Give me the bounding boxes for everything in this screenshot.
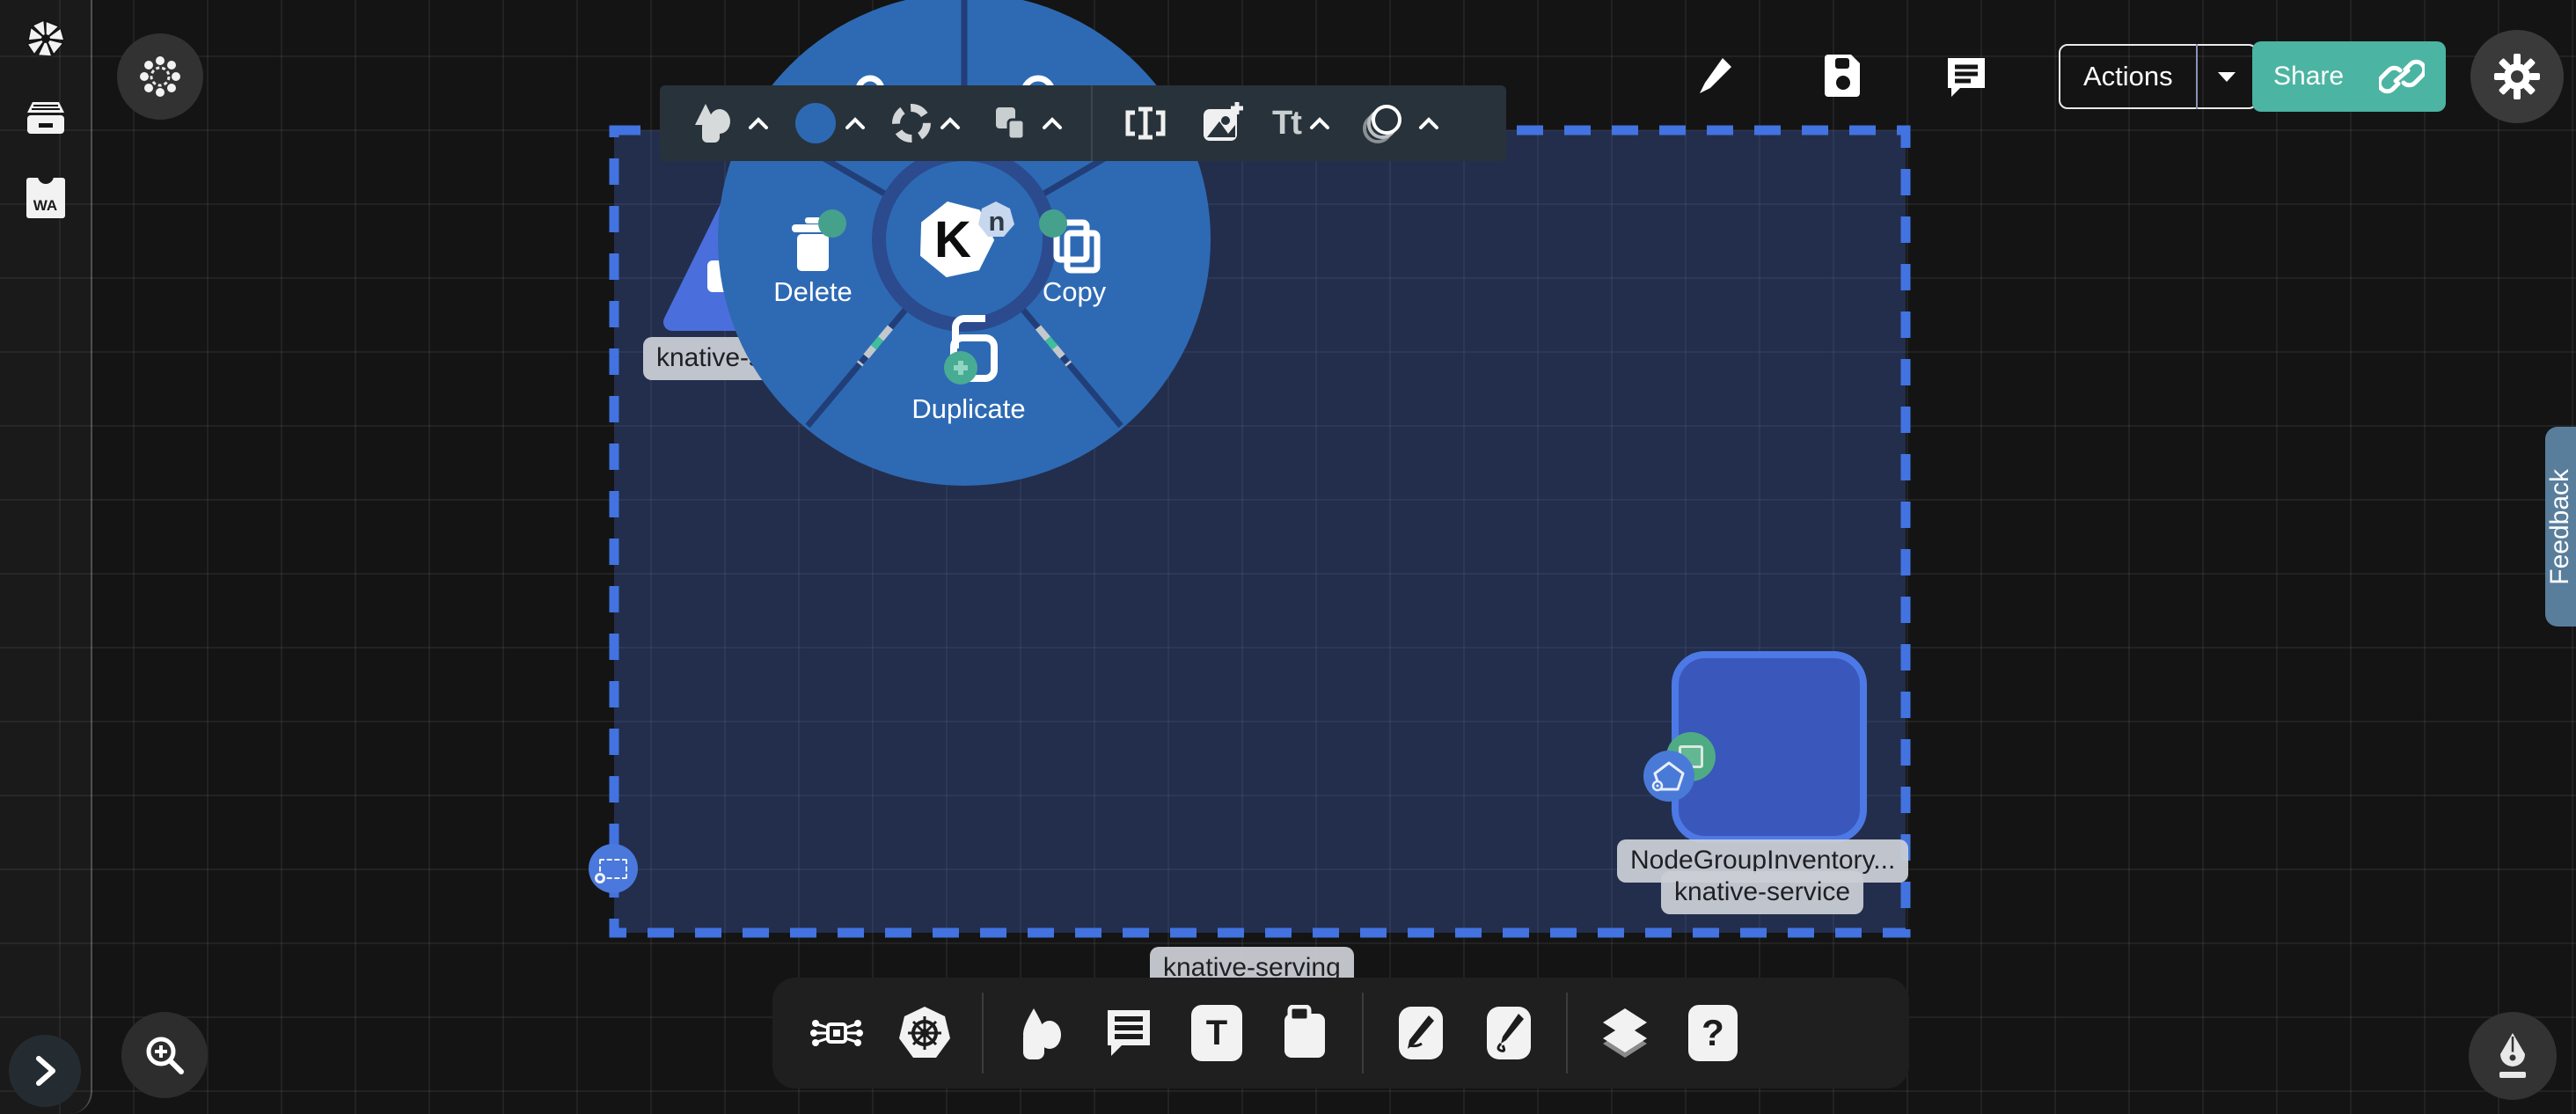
copy-style-button[interactable]	[980, 94, 1070, 152]
toolbar-divider	[1566, 993, 1568, 1074]
shape-style-button[interactable]	[683, 94, 776, 152]
opacity-icon	[1357, 99, 1409, 148]
pen-nib-icon	[2492, 1031, 2533, 1081]
resize-icon	[1121, 99, 1170, 148]
opacity-button[interactable]	[1350, 94, 1446, 152]
node-label: knative-service	[1661, 871, 1863, 914]
pen-tool-button[interactable]	[2469, 1012, 2557, 1100]
selection-handle-badge[interactable]	[589, 844, 638, 893]
settings-gear-button[interactable]	[2470, 30, 2564, 123]
radial-context-menu[interactable]: K n Delete Copy Duplicate	[700, 0, 1228, 503]
sticky-note-tool-button[interactable]	[1274, 1002, 1336, 1064]
chevron-up-icon	[940, 116, 961, 130]
center-badge: n	[989, 206, 1006, 237]
text-style-icon: Tt	[1272, 105, 1300, 143]
actions-label: Actions	[2060, 61, 2196, 92]
svg-text:Duplicate: Duplicate	[911, 393, 1025, 424]
fill-color-button[interactable]	[788, 94, 873, 152]
cluster-icon	[138, 55, 182, 99]
pencil-tool-button[interactable]	[1478, 1002, 1540, 1064]
chevron-up-icon	[1042, 116, 1063, 130]
fill-color-swatch	[795, 103, 836, 143]
copy-style-icon	[987, 100, 1033, 146]
webassembly-icon[interactable]: WA	[26, 178, 65, 218]
shapes-icon	[690, 99, 739, 148]
resize-button[interactable]	[1114, 94, 1177, 152]
feedback-tab[interactable]: Feedback	[2545, 427, 2576, 627]
text-tool-icon: T	[1191, 1005, 1242, 1061]
comment-icon[interactable]	[1944, 55, 1988, 99]
gear-icon	[2492, 52, 2542, 101]
edit-pencil-icon[interactable]	[1696, 55, 1735, 97]
zoom-in-icon	[143, 1033, 187, 1077]
kubernetes-tool-button[interactable]	[894, 1002, 955, 1064]
circuit-icon	[809, 1005, 865, 1061]
dashed-border-icon	[892, 104, 931, 143]
chevron-up-icon	[748, 116, 769, 130]
share-button[interactable]: Share	[2252, 41, 2446, 112]
chevron-up-icon	[1418, 116, 1439, 130]
sticky-note-icon	[1279, 1005, 1330, 1061]
save-icon[interactable]	[1823, 53, 1863, 97]
marquee-icon	[599, 859, 627, 879]
chevron-up-icon	[845, 116, 866, 130]
kubernetes-icon	[897, 1005, 952, 1061]
actions-button[interactable]: Actions	[2059, 44, 2258, 109]
knife-tool-button[interactable]	[1390, 1002, 1452, 1064]
share-label: Share	[2273, 62, 2344, 92]
insert-image-button[interactable]	[1189, 94, 1253, 152]
tool-palette: T ?	[772, 978, 1909, 1088]
link-icon	[2379, 59, 2425, 94]
actions-dropdown-caret[interactable]	[2198, 69, 2256, 84]
layers-button[interactable]	[1594, 1002, 1656, 1064]
toolbar-divider	[1091, 85, 1093, 161]
status-dot	[818, 209, 846, 238]
image-add-icon	[1197, 99, 1246, 148]
toolbar-divider	[1362, 993, 1364, 1074]
toolbar-divider	[982, 993, 984, 1074]
cluster-menu-button[interactable]	[117, 33, 203, 120]
pencil-tool-icon	[1483, 1005, 1534, 1061]
sidebar-expand-button[interactable]	[9, 1035, 81, 1107]
help-button[interactable]: ?	[1682, 1002, 1744, 1064]
status-dot	[1039, 209, 1067, 238]
border-style-button[interactable]	[885, 94, 968, 152]
shapes-icon	[1014, 1005, 1067, 1061]
help-icon: ?	[1688, 1005, 1738, 1061]
knative-pentagon-icon[interactable]	[1643, 751, 1694, 802]
chevron-up-icon	[1309, 116, 1330, 130]
feedback-label: Feedback	[2545, 469, 2576, 585]
text-tool-button[interactable]: T	[1186, 1002, 1248, 1064]
zoom-in-button[interactable]	[121, 1012, 208, 1098]
comment-tool-button[interactable]	[1098, 1002, 1160, 1064]
wa-label: WA	[33, 197, 57, 215]
layers-icon	[1598, 1005, 1652, 1061]
text-style-button[interactable]: Tt	[1265, 94, 1337, 152]
style-toolbar: Tt	[660, 85, 1506, 161]
svg-text:Delete: Delete	[773, 276, 853, 307]
svg-text:Copy: Copy	[1043, 276, 1107, 307]
annotation-icon	[1102, 1005, 1155, 1061]
knife-tool-icon	[1395, 1005, 1446, 1061]
chevron-right-icon	[32, 1055, 58, 1087]
center-letter: K	[934, 211, 971, 268]
connector-tool-button[interactable]	[806, 1002, 867, 1064]
shapes-tool-button[interactable]	[1010, 1002, 1072, 1064]
